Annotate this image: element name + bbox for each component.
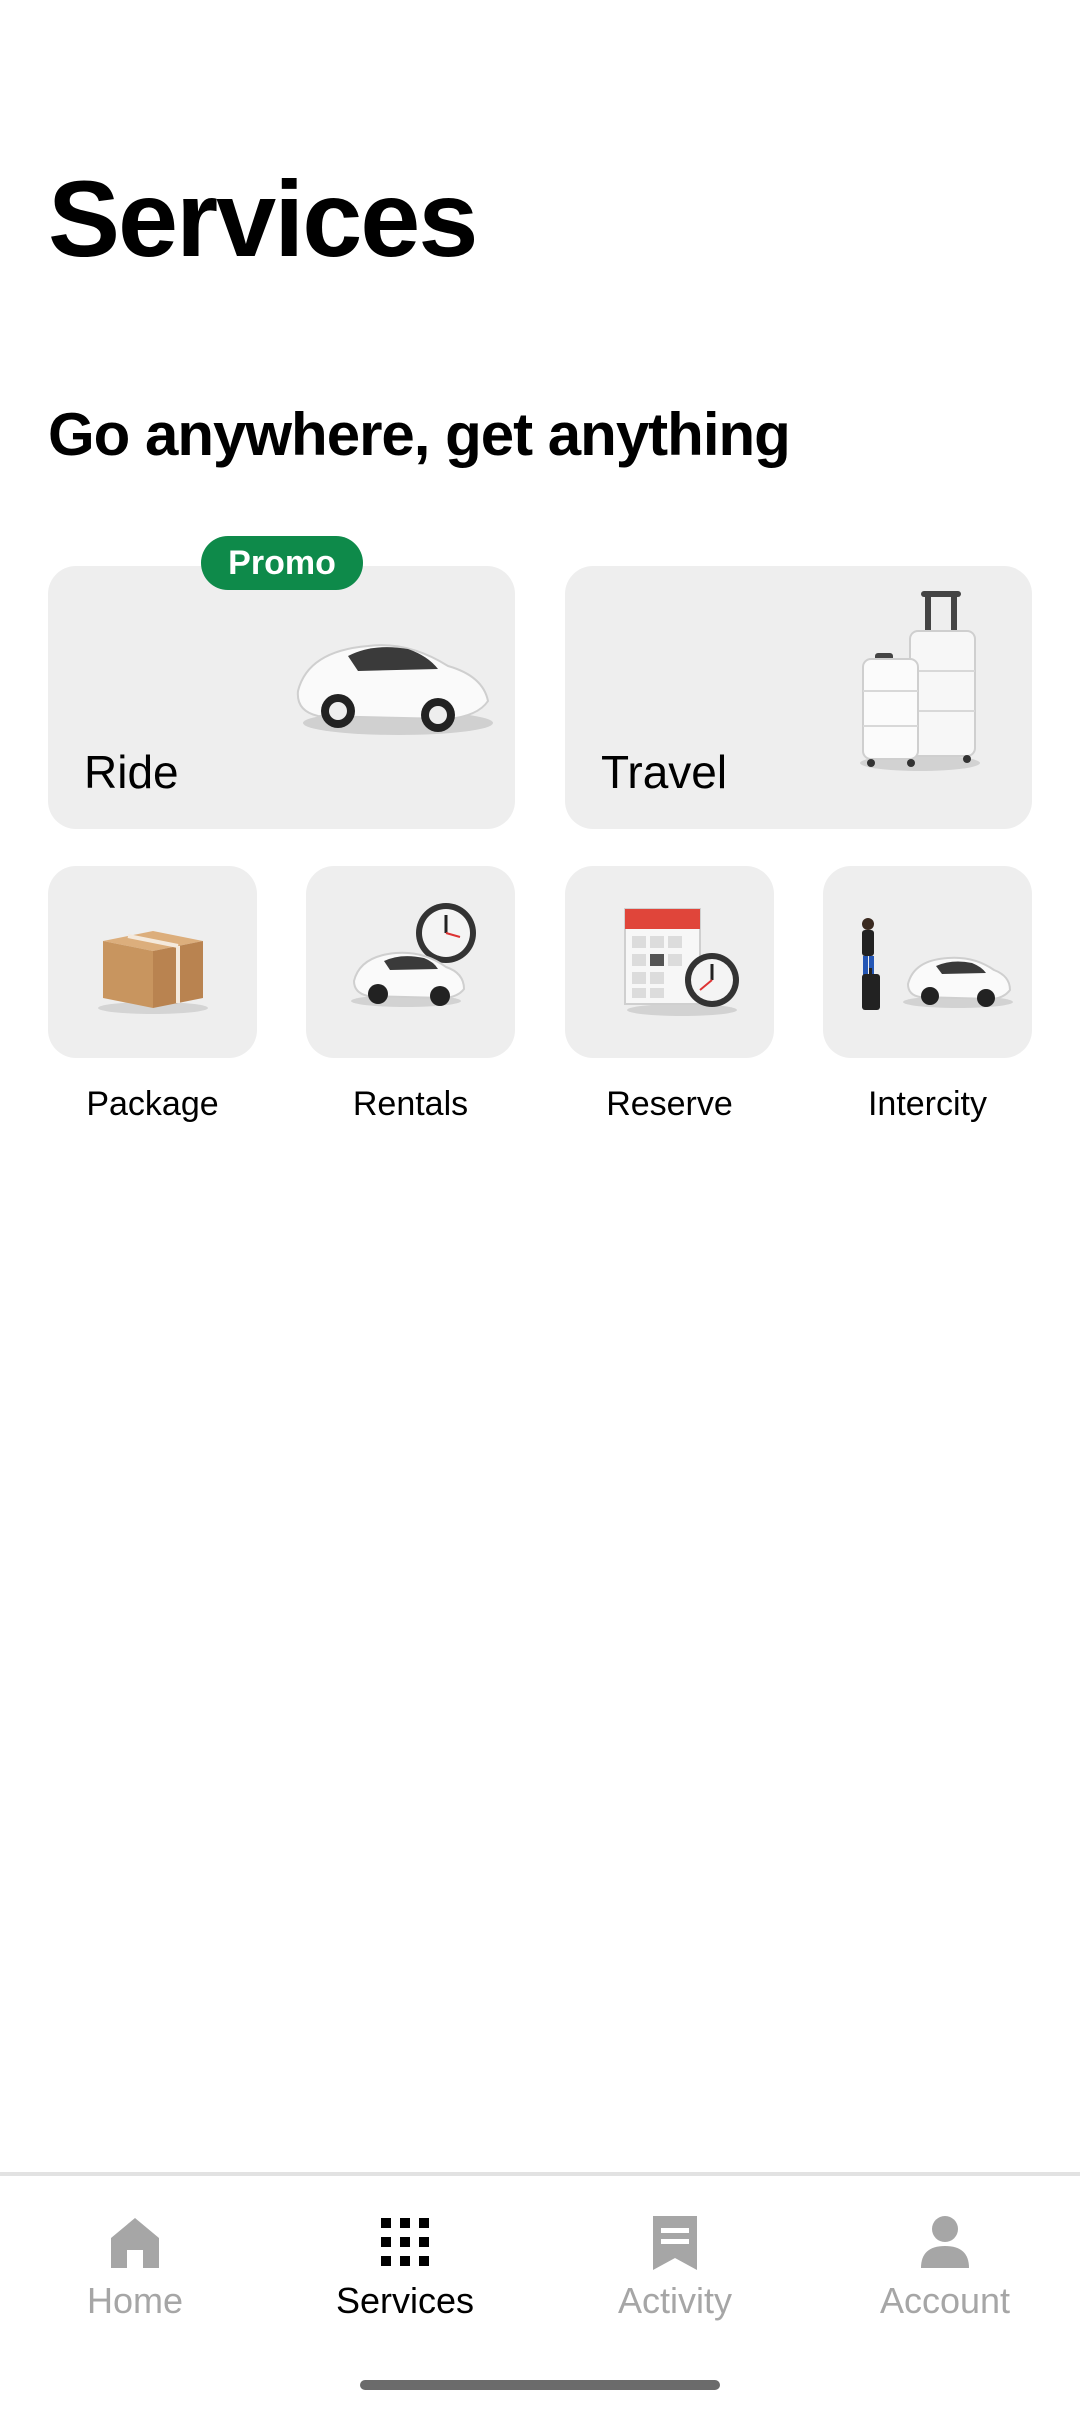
reserve-label: Reserve xyxy=(606,1085,733,1123)
intercity-label: Intercity xyxy=(867,1085,988,1123)
rentals-label: Rentals xyxy=(352,1085,469,1123)
nav-home[interactable]: Home xyxy=(0,2212,270,2332)
car-clock-icon xyxy=(351,903,476,1007)
travel-tile[interactable]: Travel xyxy=(565,566,1032,829)
promo-badge: Promo xyxy=(201,536,363,590)
ride-tile[interactable]: Ride xyxy=(48,566,515,829)
travel-label: Travel xyxy=(601,746,728,798)
package-label: Package xyxy=(86,1085,219,1123)
nav-activity[interactable]: Activity xyxy=(540,2212,810,2332)
nav-activity-label: Activity xyxy=(617,2280,732,2321)
ride-label: Ride xyxy=(84,746,179,798)
grid-icon xyxy=(381,2218,429,2266)
rentals-tile[interactable] xyxy=(306,866,515,1058)
package-icon xyxy=(98,931,208,1014)
home-indicator[interactable] xyxy=(360,2380,720,2390)
reserve-tile[interactable] xyxy=(565,866,774,1058)
person-car-icon xyxy=(862,918,1013,1010)
person-icon xyxy=(921,2216,969,2268)
section-title: Go anywhere, get anything xyxy=(48,401,791,468)
nav-home-label: Home xyxy=(86,2280,184,2321)
home-icon xyxy=(111,2218,159,2268)
nav-account[interactable]: Account xyxy=(810,2212,1080,2332)
receipt-icon xyxy=(653,2216,697,2270)
car-icon xyxy=(296,644,493,735)
luggage-icon xyxy=(860,591,980,771)
nav-account-label: Account xyxy=(879,2280,1011,2321)
nav-services-label: Services xyxy=(335,2280,475,2321)
package-tile[interactable] xyxy=(48,866,257,1058)
intercity-tile[interactable] xyxy=(823,866,1032,1058)
calendar-clock-icon xyxy=(624,908,739,1016)
nav-services[interactable]: Services xyxy=(270,2212,540,2332)
page-title: Services xyxy=(48,158,478,279)
